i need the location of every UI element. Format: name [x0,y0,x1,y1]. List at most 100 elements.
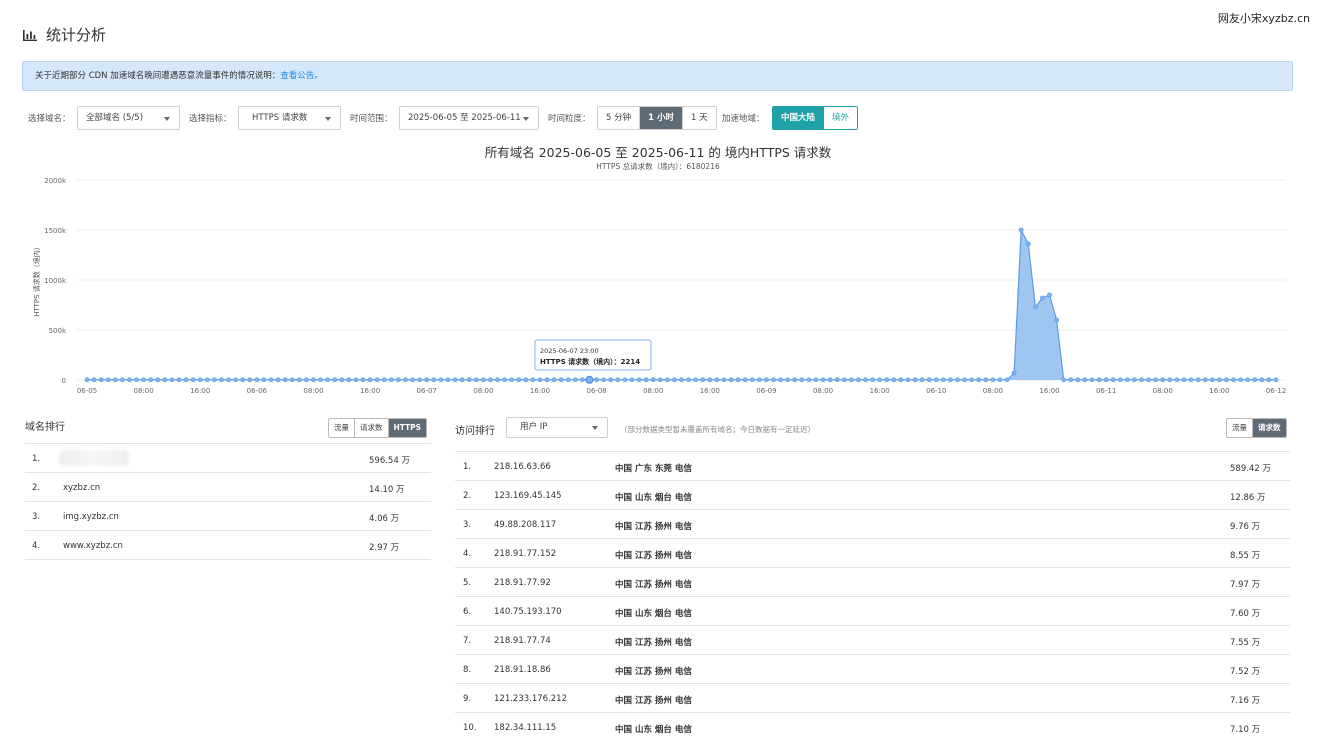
x-tick-label: 08:00 [1153,387,1173,395]
rank-value: 596.54 万 [369,456,410,466]
table-row[interactable]: 2. 123.169.45.145 中国 山东 烟台 电信 12.86 万 [455,481,1290,510]
data-point [1167,377,1173,383]
data-point [1040,295,1045,301]
data-point [721,377,727,383]
toggle-traffic[interactable]: 流量 [1227,419,1253,437]
data-point [827,377,833,383]
ip-location: 中国 山东 烟台 电信 [615,725,692,735]
rank-number: 7. [463,636,472,646]
granularity-1day[interactable]: 1 天 [683,107,716,129]
date-range-picker[interactable]: 2025-06-05 至 2025-06-11 [399,106,539,130]
data-point [374,377,380,383]
region-mainland[interactable]: 中国大陆 [773,107,825,129]
granularity-switch: 5 分钟 1 小时 1 天 [597,106,717,130]
data-point [424,377,430,383]
data-point [381,377,387,383]
table-row[interactable]: 10. 182.34.111.15 中国 山东 烟台 电信 7.10 万 [455,713,1290,740]
data-point [488,377,493,383]
table-row[interactable]: 5. 218.91.77.92 中国 江苏 扬州 电信 7.97 万 [455,568,1290,597]
region-overseas[interactable]: 境外 [824,107,858,129]
toggle-https[interactable]: HTTPS [388,419,427,437]
domain-select[interactable]: 全部域名 (5/5) [77,106,180,130]
table-row[interactable]: 6. 140.75.193.170 中国 山东 烟台 电信 7.60 万 [455,597,1290,626]
data-point [629,377,635,383]
data-point [226,377,231,383]
metric-select[interactable]: HTTPS 请求数 [238,106,341,130]
data-point [615,377,621,383]
chevron-down-icon [164,117,170,121]
data-point [296,377,302,383]
data-point [820,377,826,383]
table-row[interactable]: 4. www.xyzbz.cn 2.97 万 [25,531,431,560]
table-row[interactable]: 7. 218.91.77.74 中国 江苏 扬州 电信 7.55 万 [455,626,1290,655]
domain-name: img.xyzbz.cn [63,512,119,522]
data-point [445,377,451,383]
data-point [976,377,982,383]
x-tick-label: 06-12 [1266,387,1286,395]
granularity-1hour[interactable]: 1 小时 [640,107,683,129]
data-point [856,377,861,383]
ip-address: 218.91.77.92 [494,578,551,588]
data-point [367,377,373,383]
domain-name: xyzbz.cn [63,483,101,493]
data-point [1139,377,1144,383]
data-point [679,377,684,383]
data-point [112,377,118,383]
toggle-requests[interactable]: 请求数 [1253,419,1286,437]
toggle-traffic[interactable]: 流量 [329,419,355,437]
range-label: 时间范围： [350,114,393,124]
x-tick-label: 08:00 [983,387,1003,395]
data-point [1075,377,1081,383]
data-point [148,377,154,383]
data-point [778,377,783,383]
data-point [1146,377,1152,383]
data-point [91,377,97,383]
data-point [792,377,798,383]
rank-value: 7.55 万 [1230,638,1261,648]
domain-name: www.xyzbz.cn [63,541,123,551]
x-tick-label: 06-08 [586,387,606,395]
data-point [1047,292,1052,298]
table-row[interactable]: 1. 596.54 万 [25,444,431,473]
ip-location: 中国 江苏 扬州 电信 [615,696,692,706]
data-point [403,377,408,383]
y-tick-label: 2000k [44,177,67,185]
table-row[interactable]: 8. 218.91.18.86 中国 江苏 扬州 电信 7.52 万 [455,655,1290,684]
data-point [558,377,564,383]
data-point [219,377,224,383]
toggle-requests[interactable]: 请求数 [355,419,389,437]
data-point [693,377,699,383]
rank-value: 7.10 万 [1230,725,1261,735]
data-point [155,377,161,383]
table-row[interactable]: 2. xyzbz.cn 14.10 万 [25,473,431,502]
data-point [742,377,748,383]
region-label: 加速地域： [722,114,765,124]
data-point [466,377,472,383]
data-point [990,377,996,383]
data-point [1209,377,1215,383]
data-point [1153,377,1159,383]
chevron-down-icon [325,117,331,121]
rank-value: 7.16 万 [1230,696,1261,706]
ip-address: 140.75.193.170 [494,607,562,617]
rank-number: 5. [463,578,472,588]
table-row[interactable]: 4. 218.91.77.152 中国 江苏 扬州 电信 8.55 万 [455,539,1290,568]
data-point [700,377,706,383]
rank-number: 3. [32,512,41,522]
table-row[interactable]: 1. 218.16.63.66 中国 广东 东莞 电信 589.42 万 [455,452,1290,481]
granularity-5min[interactable]: 5 分钟 [598,107,641,129]
x-tick-label: 16:00 [1039,387,1059,395]
visit-dimension-select[interactable]: 用户 IP [506,417,608,438]
table-row[interactable]: 3. img.xyzbz.cn 4.06 万 [25,502,431,531]
ip-address: 218.91.18.86 [494,665,551,675]
table-row[interactable]: 3. 49.88.208.117 中国 江苏 扬州 电信 9.76 万 [455,510,1290,539]
table-row[interactable]: 9. 121.233.176.212 中国 江苏 扬州 电信 7.16 万 [455,684,1290,713]
x-tick-label: 16:00 [530,387,550,395]
ip-location: 中国 山东 烟台 电信 [615,493,692,503]
data-point [1259,377,1265,383]
data-point [686,377,691,383]
data-point [1054,317,1060,323]
notice-link[interactable]: 查看公告。 [280,71,323,81]
data-point [1273,377,1279,383]
rank-value: 7.52 万 [1230,667,1261,677]
